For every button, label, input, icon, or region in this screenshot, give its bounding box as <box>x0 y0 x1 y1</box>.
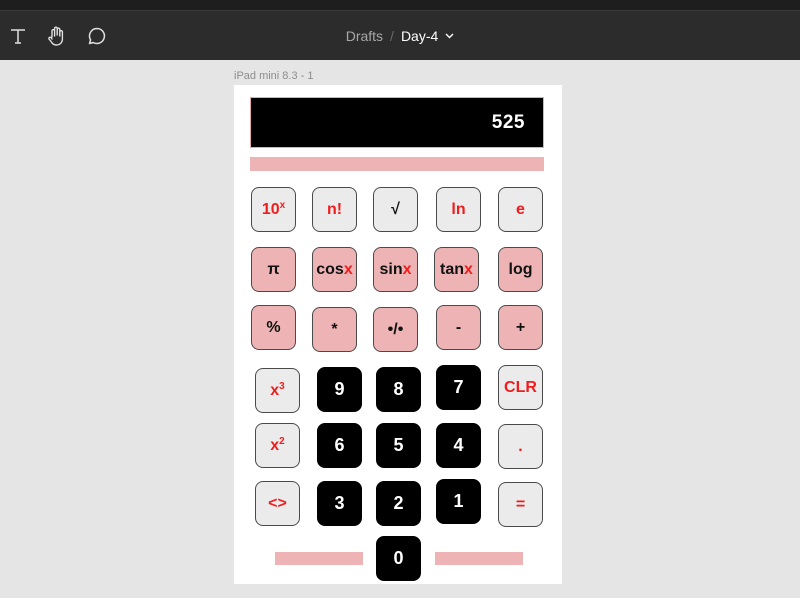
digit-7-label: 7 <box>453 377 464 397</box>
clear-label: CLR <box>504 378 537 396</box>
equals-button[interactable]: = <box>498 482 543 527</box>
decorative-pink-bar <box>250 157 544 171</box>
divide-button[interactable]: •/• <box>373 307 418 352</box>
digit-2-button[interactable]: 2 <box>376 481 421 526</box>
calculator-display: 525 <box>250 97 544 148</box>
pi-button[interactable]: π <box>251 247 296 292</box>
factorial-label: n! <box>326 200 343 218</box>
ipad-frame: 525 10 x n! √ ln e π cos x sin x tan x log %… <box>234 85 562 584</box>
digit-5-button[interactable]: 5 <box>376 423 421 468</box>
plus-label: + <box>515 318 526 336</box>
cos-var-label: x <box>343 260 353 278</box>
percent-button[interactable]: % <box>251 305 296 350</box>
digit-6-button[interactable]: 6 <box>317 423 362 468</box>
square-button[interactable]: x2 <box>255 423 300 468</box>
bottom-right-pink-bar <box>435 552 523 565</box>
breadcrumb: Drafts / Day-4 <box>0 11 800 60</box>
digit-8-button[interactable]: 8 <box>376 367 421 412</box>
log-label: log <box>508 260 533 278</box>
power-of-ten-button[interactable]: 10 x <box>251 187 296 232</box>
backspace-label: <> <box>268 494 287 512</box>
clear-button[interactable]: CLR <box>498 365 543 410</box>
frame-label[interactable]: iPad mini 8.3 - 1 <box>234 70 313 82</box>
factorial-button[interactable]: n! <box>312 187 357 232</box>
euler-label: e <box>516 200 525 218</box>
divide-label: •/• <box>387 320 404 338</box>
natural-log-label: ln <box>451 200 466 218</box>
digit-4-button[interactable]: 4 <box>436 423 481 468</box>
digit-6-label: 6 <box>334 435 345 455</box>
square-root-button[interactable]: √ <box>373 187 418 232</box>
digit-7-button[interactable]: 7 <box>436 365 481 410</box>
window-top-strip <box>0 0 800 11</box>
digit-4-label: 4 <box>453 435 464 455</box>
cos-button[interactable]: cos x <box>312 247 357 292</box>
chevron-down-icon <box>445 33 454 38</box>
pi-label: π <box>267 260 280 278</box>
digit-1-label: 1 <box>453 491 464 511</box>
digit-0-button[interactable]: 0 <box>376 536 421 581</box>
sin-button[interactable]: sin x <box>373 247 418 292</box>
decimal-point-button[interactable]: . <box>498 424 543 469</box>
backspace-button[interactable]: <> <box>255 481 300 526</box>
square-exponent: 2 <box>279 436 285 447</box>
tan-var-label: x <box>464 260 473 278</box>
digit-2-label: 2 <box>393 493 404 513</box>
digit-9-label: 9 <box>334 379 345 399</box>
power-of-ten-exponent: x <box>279 200 286 211</box>
plus-button[interactable]: + <box>498 305 543 350</box>
digit-3-button[interactable]: 3 <box>317 481 362 526</box>
minus-button[interactable]: - <box>436 305 481 350</box>
natural-log-button[interactable]: ln <box>436 187 481 232</box>
log-button[interactable]: log <box>498 247 543 292</box>
digit-8-label: 8 <box>393 379 404 399</box>
sin-var-label: x <box>402 260 412 278</box>
digit-1-button[interactable]: 1 <box>436 479 481 524</box>
cube-exponent: 3 <box>279 381 285 392</box>
euler-button[interactable]: e <box>498 187 543 232</box>
decimal-point-label: . <box>518 437 523 455</box>
tan-button[interactable]: tan x <box>434 247 479 292</box>
cube-button[interactable]: x3 <box>255 368 300 413</box>
cube-base: x <box>270 381 280 399</box>
square-root-label: √ <box>391 200 400 218</box>
power-of-ten-base: 10 <box>261 200 280 218</box>
multiply-button[interactable]: * <box>312 307 357 352</box>
equals-label: = <box>515 495 526 513</box>
breadcrumb-file-name[interactable]: Day-4 <box>401 28 438 44</box>
bottom-left-pink-bar <box>275 552 363 565</box>
digit-0-label: 0 <box>393 548 404 568</box>
file-menu-button[interactable] <box>445 33 454 39</box>
cos-fn-label: cos <box>316 260 344 278</box>
breadcrumb-separator: / <box>390 27 394 44</box>
digit-5-label: 5 <box>393 435 404 455</box>
display-value: 525 <box>491 111 525 133</box>
digit-9-button[interactable]: 9 <box>317 367 362 412</box>
editor-toolbar: Drafts / Day-4 <box>0 11 800 60</box>
minus-label: - <box>455 318 462 336</box>
digit-3-label: 3 <box>334 493 345 513</box>
multiply-label: * <box>331 320 338 338</box>
sin-fn-label: sin <box>379 260 403 278</box>
breadcrumb-drafts-link[interactable]: Drafts <box>346 28 383 44</box>
tan-fn-label: tan <box>440 260 465 278</box>
percent-label: % <box>266 318 281 336</box>
square-base: x <box>270 436 280 454</box>
